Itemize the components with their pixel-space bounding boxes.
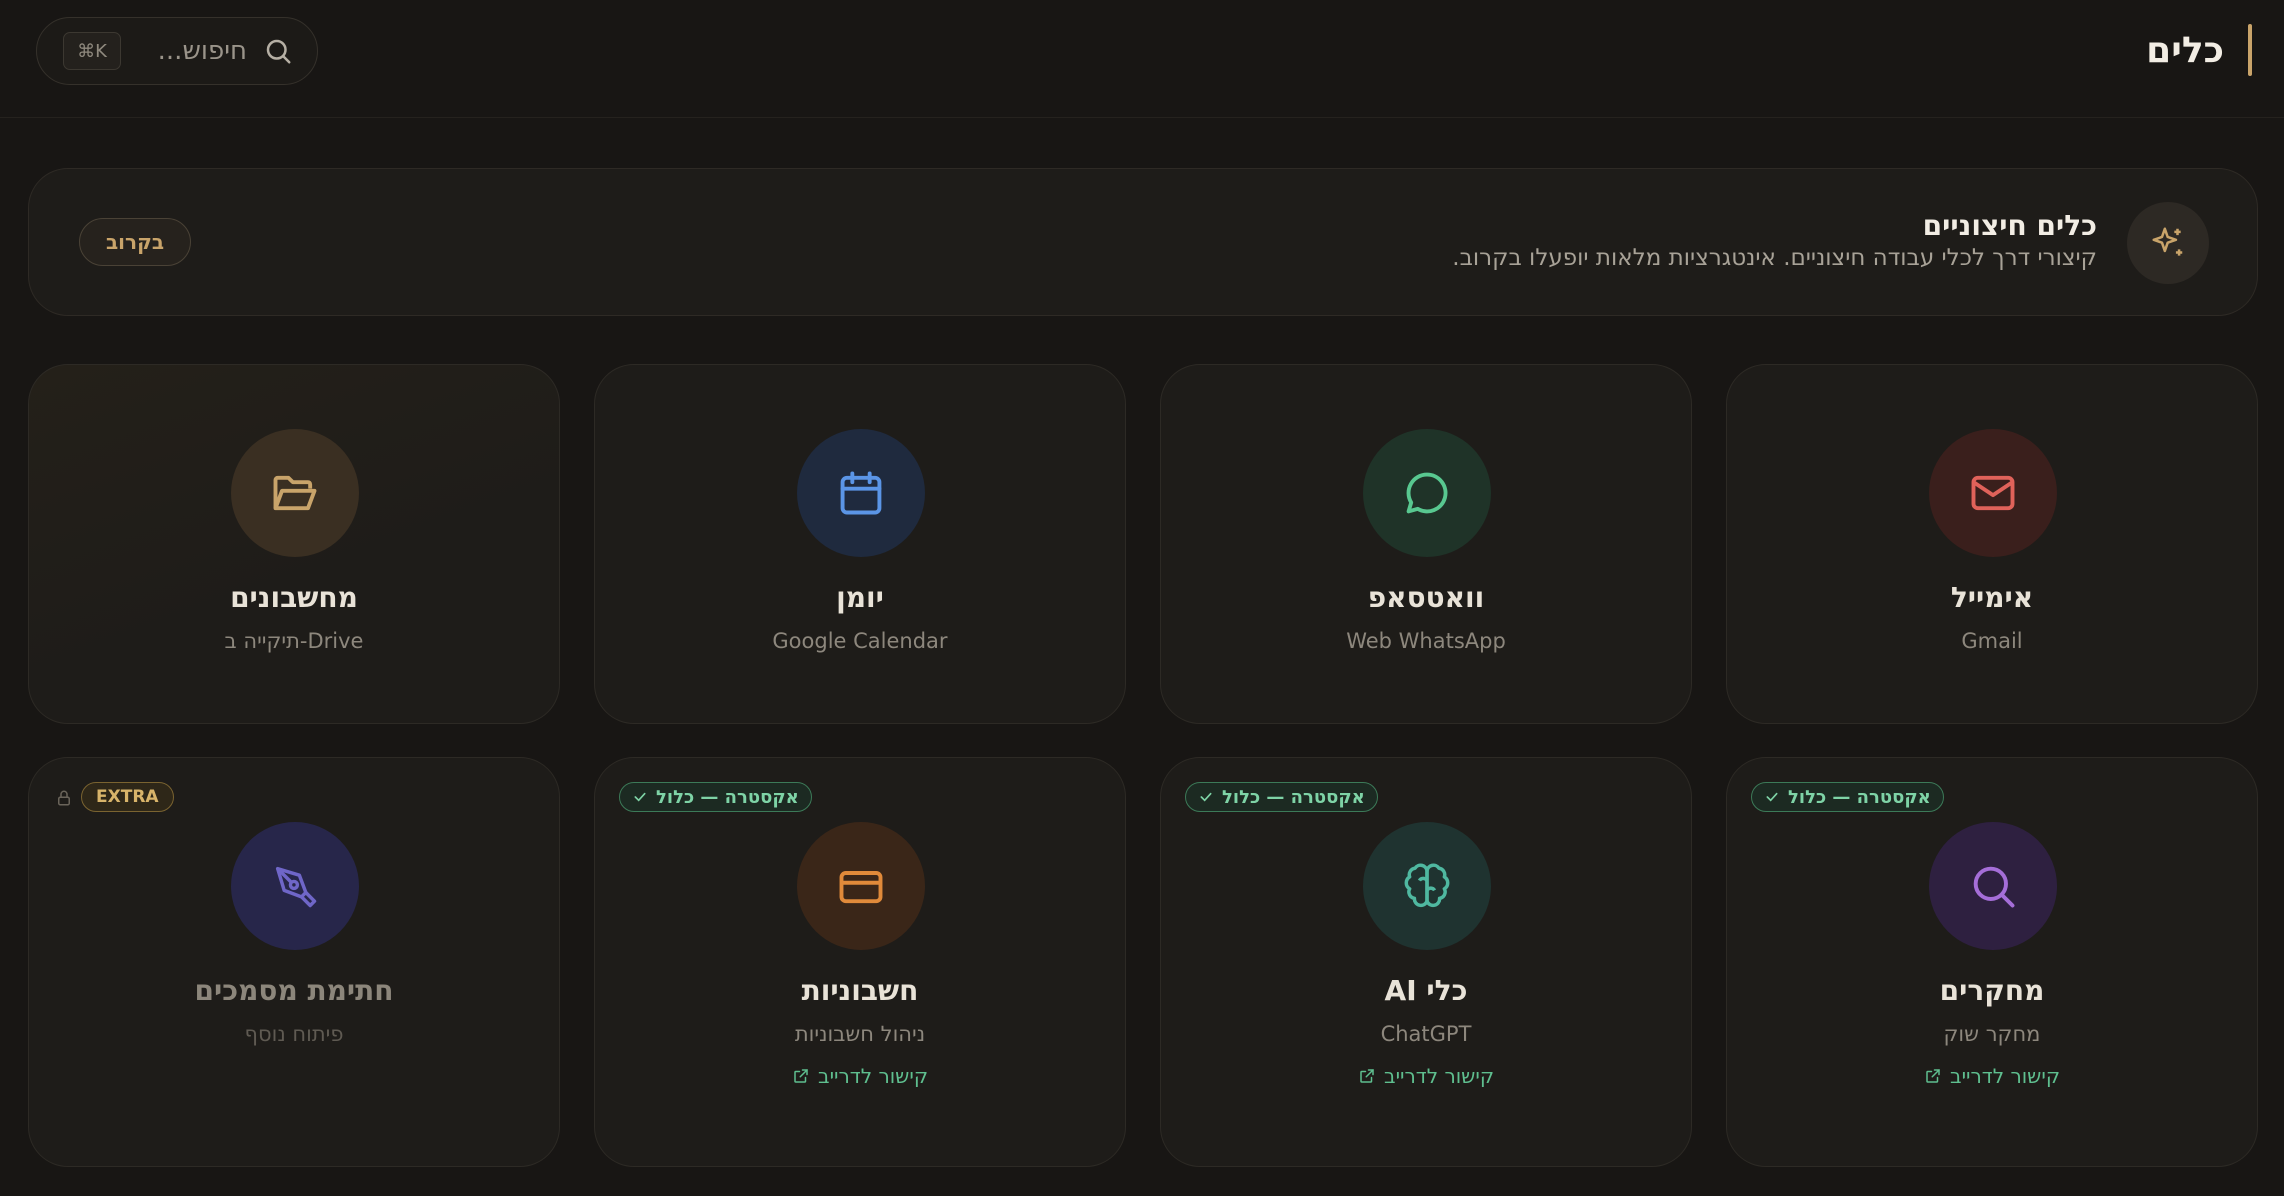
included-badge: אקסטרה — כלול [1751,782,1944,812]
included-badge: אקסטרה — כלול [619,782,812,812]
tool-title: כלי AI [1384,974,1468,1007]
top-bar: כלים ⌘K [0,0,2284,118]
tool-icon-tile [797,822,925,950]
tool-card-document-signing: EXTRA חתימת מסמכים פיתוח נוסף [28,757,560,1167]
brain-icon [1404,863,1450,908]
tool-icon-tile [1363,429,1491,557]
tool-subtitle: תיקייה ב-Drive [224,629,364,653]
calendar-icon [840,471,882,515]
badge-label: אקסטרה — כלול [656,786,799,808]
tool-subtitle: פיתוח נוסף [244,1022,344,1046]
coming-soon-button[interactable]: בקרוב [79,218,191,266]
tool-subtitle: Gmail [1961,629,2023,653]
external-tools-banner: כלים חיצוניים קיצורי דרך לכלי עבודה חיצו… [28,168,2258,316]
tool-title: חתימת מסמכים [194,974,394,1007]
tool-title: וואטסאפ [1367,581,1485,614]
sparkles-icon [2127,202,2209,284]
title-accent-bar [2248,24,2252,76]
tool-title: מחקרים [1939,974,2045,1007]
credit-card-icon [839,871,883,904]
drive-link[interactable]: קישור לדרייב [595,1064,1125,1088]
message-circle-icon [1406,472,1448,514]
search-icon [266,39,291,64]
lock-icon [58,790,70,806]
page-title-wrap: כלים [2146,24,2252,76]
tool-card-calendar[interactable]: יומן Google Calendar [594,364,1126,724]
tool-title: יומן [836,581,884,614]
drive-link-label: קישור לדרייב [818,1064,929,1088]
check-icon [1766,792,1778,802]
external-link-icon [794,1069,808,1083]
tool-subtitle: ניהול חשבוניות [794,1022,926,1046]
badge-label: אקסטרה — כלול [1222,786,1365,808]
banner-description: קיצורי דרך לכלי עבודה חיצוניים. אינטגרצי… [1452,245,2097,271]
tool-icon-tile [1363,822,1491,950]
tool-title: מחשבונים [230,581,358,614]
tool-title: אימייל [1950,581,2034,614]
tool-icon-tile [1929,429,2057,557]
pen-tool-icon [275,866,317,908]
tool-title: חשבוניות [801,974,919,1007]
tool-subtitle: ChatGPT [1380,1022,1472,1046]
tool-icon-tile [797,429,925,557]
shortcut-hint: ⌘K [63,32,121,70]
banner-title: כלים חיצוניים [1922,209,2097,242]
tool-icon-tile [231,429,359,557]
search-icon [1973,866,2015,908]
mail-icon [1971,475,2015,511]
tool-card-invoices[interactable]: אקסטרה — כלול חשבוניות ניהול חשבוניות קי… [594,757,1126,1167]
check-icon [634,792,646,802]
drive-link[interactable]: קישור לדרייב [1727,1064,2257,1088]
tool-card-calculators[interactable]: מחשבונים תיקייה ב-Drive [28,364,560,724]
tool-subtitle: Google Calendar [772,629,948,653]
tool-card-ai[interactable]: אקסטרה — כלול כלי AI ChatGPT קישור לדריי… [1160,757,1692,1167]
tool-subtitle: Web WhatsApp [1346,629,1506,653]
extra-badge: EXTRA [81,782,174,812]
folder-open-icon [273,475,317,511]
check-icon [1200,792,1212,802]
tool-card-email[interactable]: אימייל Gmail [1726,364,2258,724]
badge-label: אקסטרה — כלול [1788,786,1931,808]
page-title: כלים [2146,29,2224,71]
drive-link-label: קישור לדרייב [1950,1064,2061,1088]
included-badge: אקסטרה — כלול [1185,782,1378,812]
external-link-icon [1926,1069,1940,1083]
drive-link[interactable]: קישור לדרייב [1161,1064,1691,1088]
tool-card-research[interactable]: אקסטרה — כלול מחקרים מחקר שוק קישור לדרי… [1726,757,2258,1167]
tool-subtitle: מחקר שוק [1943,1022,2041,1046]
external-link-icon [1360,1069,1374,1083]
tool-icon-tile [1929,822,2057,950]
drive-link-label: קישור לדרייב [1384,1064,1495,1088]
tool-card-whatsapp[interactable]: וואטסאפ Web WhatsApp [1160,364,1692,724]
search-box[interactable]: ⌘K [36,17,318,85]
tool-icon-tile [231,822,359,950]
search-input[interactable] [121,36,247,66]
